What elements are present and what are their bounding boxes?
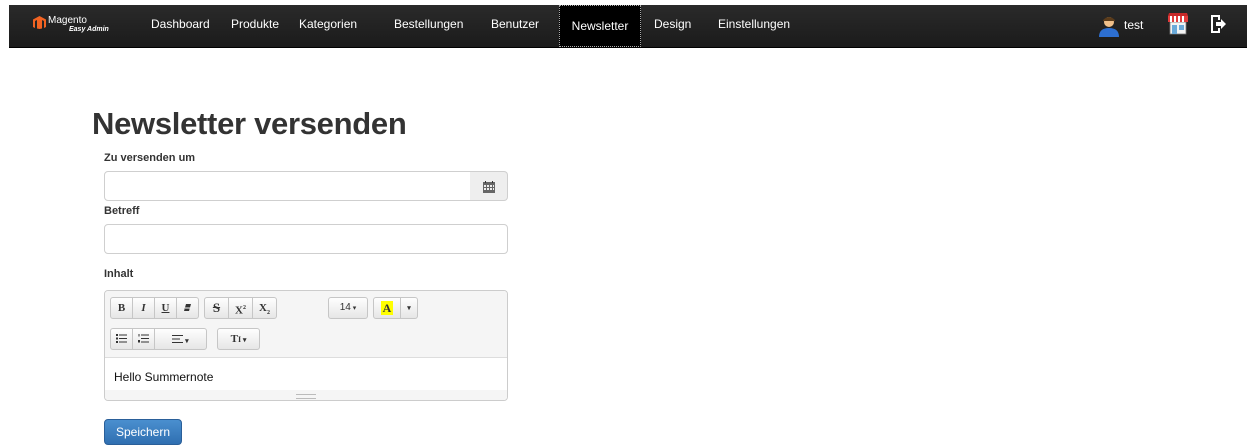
nav-item-newsletter[interactable]: Newsletter: [559, 5, 641, 47]
eraser-icon: [184, 304, 191, 311]
subscript-label: X: [259, 302, 267, 314]
nav-item-dashboard[interactable]: Dashboard: [145, 5, 216, 47]
color-dropdown-caret[interactable]: ▾: [400, 297, 418, 319]
clear-format-button[interactable]: [176, 297, 199, 319]
numbered-list-icon: [138, 334, 149, 343]
user-avatar-icon: [1099, 17, 1119, 37]
ordered-list-button[interactable]: [132, 328, 155, 350]
superscript-label: X: [235, 304, 243, 317]
nav-item-design[interactable]: Design: [648, 5, 697, 47]
underline-button[interactable]: U: [154, 297, 177, 319]
brand-subtitle: Easy Admin: [69, 26, 109, 33]
strikethrough-button[interactable]: S: [204, 297, 229, 319]
line-height-dropdown[interactable]: TI ▾: [217, 328, 260, 350]
magento-logo-icon: [33, 16, 46, 29]
date-picker-button[interactable]: [470, 171, 508, 201]
nav-item-produkte[interactable]: Produkte: [225, 5, 285, 47]
shop-icon[interactable]: [1168, 13, 1188, 35]
send-at-label: Zu versenden um: [104, 152, 196, 164]
editor-resize-handle[interactable]: [105, 390, 507, 400]
italic-button[interactable]: I: [132, 297, 155, 319]
user-name: test: [1124, 18, 1144, 32]
rich-text-editor[interactable]: B I U S X2 X2 14 ▾ A ▾ ▾ TI ▾ Hello Summ…: [104, 290, 508, 401]
align-left-icon: [172, 335, 184, 343]
resize-grip-icon: [296, 394, 316, 399]
content-label: Inhalt: [104, 268, 134, 280]
text-color-button[interactable]: A: [373, 297, 401, 319]
top-navbar: Magento Easy Admin Dashboard Produkte Ka…: [9, 5, 1247, 48]
nav-item-bestellungen[interactable]: Bestellungen: [388, 5, 469, 47]
font-size-dropdown[interactable]: 14 ▾: [328, 297, 368, 319]
bold-button[interactable]: B: [110, 297, 133, 319]
subject-label: Betreff: [104, 205, 140, 217]
subject-input[interactable]: [104, 224, 508, 254]
nav-item-einstellungen[interactable]: Einstellungen: [712, 5, 796, 47]
nav-item-benutzer[interactable]: Benutzer: [485, 5, 545, 47]
editor-toolbar: B I U S X2 X2 14 ▾ A ▾ ▾ TI ▾: [105, 291, 507, 358]
logout-icon[interactable]: [1210, 14, 1226, 34]
send-at-input[interactable]: [104, 171, 471, 201]
calendar-icon: [483, 181, 495, 193]
paragraph-align-dropdown[interactable]: ▾: [154, 328, 207, 350]
editor-content[interactable]: Hello Summernote: [114, 370, 213, 384]
page-title: Newsletter versenden: [92, 106, 407, 141]
line-height-label: T: [230, 333, 238, 345]
bullet-list-icon: [116, 334, 127, 343]
save-button[interactable]: Speichern: [104, 419, 182, 445]
font-size-value: 14: [339, 302, 351, 313]
text-color-label: A: [380, 301, 394, 315]
unordered-list-button[interactable]: [110, 328, 133, 350]
subscript-button[interactable]: X2: [252, 297, 277, 319]
nav-item-kategorien[interactable]: Kategorien: [293, 5, 363, 47]
superscript-button[interactable]: X2: [228, 297, 253, 319]
